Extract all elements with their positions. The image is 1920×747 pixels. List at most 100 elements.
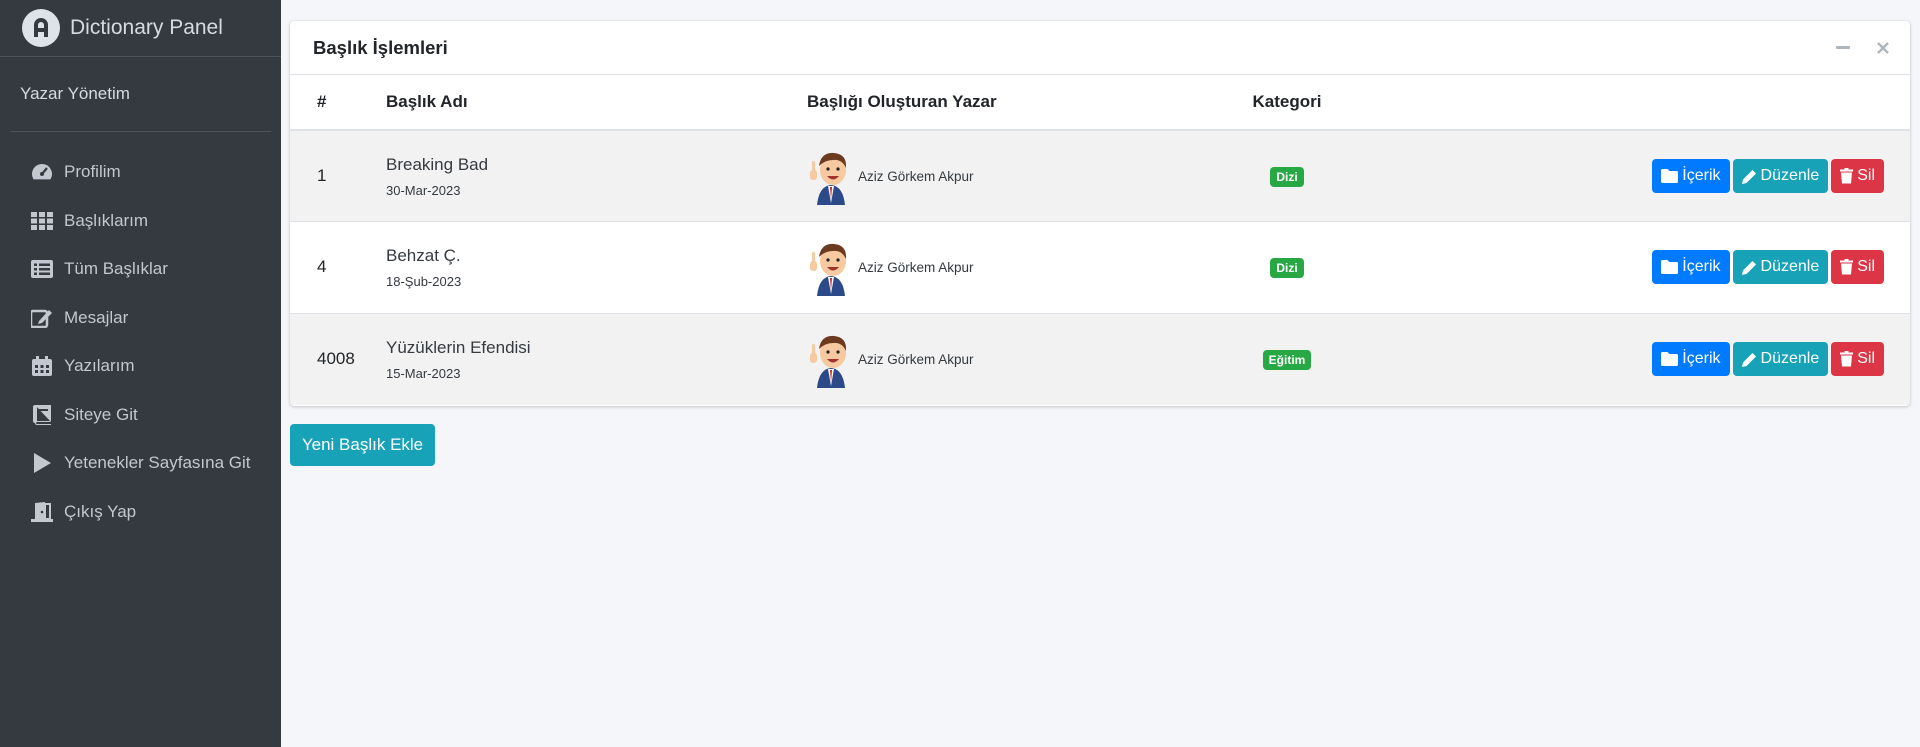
list-icon: [30, 258, 54, 280]
delete-button-label: Sil: [1857, 258, 1875, 276]
row-date: 18-Şub-2023: [386, 273, 462, 289]
row-category-cell: Dizi: [1187, 222, 1387, 314]
table-row: 1 Breaking Bad 30-Mar-2023 Aziz Görkem A…: [290, 130, 1910, 222]
sidebar-item-label: Çıkış Yap: [64, 501, 137, 521]
folder-icon: [1661, 169, 1679, 183]
row-date: 15-Mar-2023: [386, 365, 461, 381]
grid-icon: [30, 210, 54, 232]
sidebar-item-mesajlar[interactable]: Mesajlar: [0, 294, 281, 343]
sidebar-item-yazilarim[interactable]: Yazılarım: [0, 342, 281, 391]
close-icon[interactable]: [1874, 39, 1892, 57]
pencil-icon: [1741, 352, 1756, 367]
edit-button-label: Düzenle: [1760, 167, 1820, 184]
avatar: [810, 335, 847, 388]
trash-icon: [1840, 351, 1854, 367]
brand-logo-icon: [22, 9, 60, 47]
delete-button-label: Sil: [1857, 350, 1875, 367]
delete-button[interactable]: Sil: [1831, 159, 1884, 193]
delete-button-label: Sil: [1857, 167, 1875, 184]
delete-button[interactable]: Sil: [1831, 250, 1884, 285]
row-date: 30-Mar-2023: [386, 182, 461, 198]
play-icon: [30, 452, 54, 474]
row-author[interactable]: Aziz Görkem Akpur: [858, 169, 974, 184]
sidebar-item-label: Mesajlar: [64, 307, 129, 327]
row-category-cell: Dizi: [1187, 130, 1387, 222]
brand-link[interactable]: Dictionary Panel: [0, 0, 281, 57]
edit-button[interactable]: Düzenle: [1732, 250, 1829, 285]
row-title: Breaking Bad: [386, 154, 489, 174]
folder-icon: [1661, 260, 1679, 275]
sidebar-item-tum-basliklar[interactable]: Tüm Başlıklar: [0, 245, 281, 294]
row-author[interactable]: Aziz Görkem Akpur: [858, 352, 974, 367]
content-button-label: İçerik: [1682, 167, 1721, 184]
minus-icon[interactable]: [1834, 39, 1852, 57]
row-author-cell: Aziz Görkem Akpur: [807, 130, 1187, 222]
edit-icon: [30, 307, 54, 329]
sidebar-item-yetenekler[interactable]: Yetenekler Sayfasına Git: [0, 439, 281, 488]
edit-button-label: Düzenle: [1760, 350, 1820, 367]
sidebar-item-label: Yetenekler Sayfasına Git: [64, 453, 251, 473]
sidebar-item-label: Tüm Başlıklar: [64, 259, 168, 279]
category-badge: Eğitim: [1262, 349, 1312, 370]
row-title-cell: Behzat Ç. 18-Şub-2023: [386, 222, 807, 314]
row-title: Yüzüklerin Efendisi: [386, 337, 531, 357]
user-panel: Yazar Yönetim: [10, 57, 271, 132]
category-badge: Dizi: [1270, 257, 1304, 278]
sidebar-item-label: Siteye Git: [64, 404, 138, 424]
column-header: #: [290, 75, 386, 131]
card-tools: [1834, 21, 1892, 75]
edit-button[interactable]: Düzenle: [1732, 342, 1829, 376]
add-title-button[interactable]: Yeni Başlık Ekle: [290, 424, 435, 466]
sidebar: Dictionary Panel Yazar Yönetim Profilim …: [0, 0, 281, 747]
content-button[interactable]: İçerik: [1652, 250, 1730, 285]
column-header: [1387, 75, 1910, 131]
table-header-row: # Başlık Adı Başlığı Oluşturan Yazar Kat…: [290, 75, 1910, 131]
sidebar-item-label: Profilim: [64, 162, 121, 182]
content-button[interactable]: İçerik: [1652, 159, 1730, 193]
row-author[interactable]: Aziz Görkem Akpur: [858, 260, 974, 275]
delete-button[interactable]: Sil: [1831, 342, 1884, 376]
row-title: Behzat Ç.: [386, 245, 461, 265]
table-row: 4008 Yüzüklerin Efendisi 15-Mar-2023 Azi…: [290, 313, 1910, 405]
row-category-cell: Eğitim: [1187, 313, 1387, 405]
row-actions: İçerik Düzenle Sil: [1387, 130, 1910, 222]
trash-icon: [1840, 168, 1854, 184]
card-header: Başlık İşlemleri: [290, 21, 1910, 75]
category-badge: Dizi: [1270, 166, 1304, 187]
user-name[interactable]: Yazar Yönetim: [20, 84, 130, 104]
pencil-icon: [1741, 260, 1756, 275]
sidebar-item-basliklarim[interactable]: Başlıklarım: [0, 197, 281, 246]
row-id: 1: [317, 166, 327, 185]
avatar: [810, 152, 847, 205]
sidebar-item-profilim[interactable]: Profilim: [0, 148, 281, 197]
edit-button-label: Düzenle: [1760, 258, 1820, 276]
avatar: [810, 243, 847, 296]
content-button-label: İçerik: [1682, 350, 1721, 367]
row-id: 4: [317, 257, 327, 277]
sidebar-nav: Profilim Başlıklarım Tüm Başlıklar Mesaj…: [0, 132, 281, 536]
column-header: Başlığı Oluşturan Yazar: [807, 75, 1187, 131]
row-author-cell: Aziz Görkem Akpur: [807, 313, 1187, 405]
sidebar-item-siteye-git[interactable]: Siteye Git: [0, 391, 281, 440]
edit-button[interactable]: Düzenle: [1732, 159, 1829, 193]
tachometer-icon: [30, 161, 54, 183]
column-header: Kategori: [1187, 75, 1387, 131]
titles-card: Başlık İşlemleri # Başlık Adı Başlığı Ol…: [290, 21, 1910, 406]
row-title-cell: Breaking Bad 30-Mar-2023: [386, 130, 807, 222]
calendar-icon: [30, 355, 54, 377]
sidebar-item-cikis-yap[interactable]: Çıkış Yap: [0, 488, 281, 537]
row-actions: İçerik Düzenle Sil: [1387, 222, 1910, 314]
row-title-cell: Yüzüklerin Efendisi 15-Mar-2023: [386, 313, 807, 405]
sidebar-item-label: Yazılarım: [64, 356, 135, 376]
book-icon: [30, 404, 54, 426]
column-header: Başlık Adı: [386, 75, 807, 131]
pencil-icon: [1741, 169, 1756, 184]
row-id: 4008: [317, 349, 355, 368]
row-author-cell: Aziz Görkem Akpur: [807, 222, 1187, 314]
sidebar-item-label: Başlıklarım: [64, 210, 149, 230]
titles-table: # Başlık Adı Başlığı Oluşturan Yazar Kat…: [290, 75, 1910, 405]
content-button-label: İçerik: [1682, 258, 1721, 276]
content-button[interactable]: İçerik: [1652, 342, 1730, 376]
door-exit-icon: [30, 501, 54, 523]
folder-icon: [1661, 352, 1679, 366]
